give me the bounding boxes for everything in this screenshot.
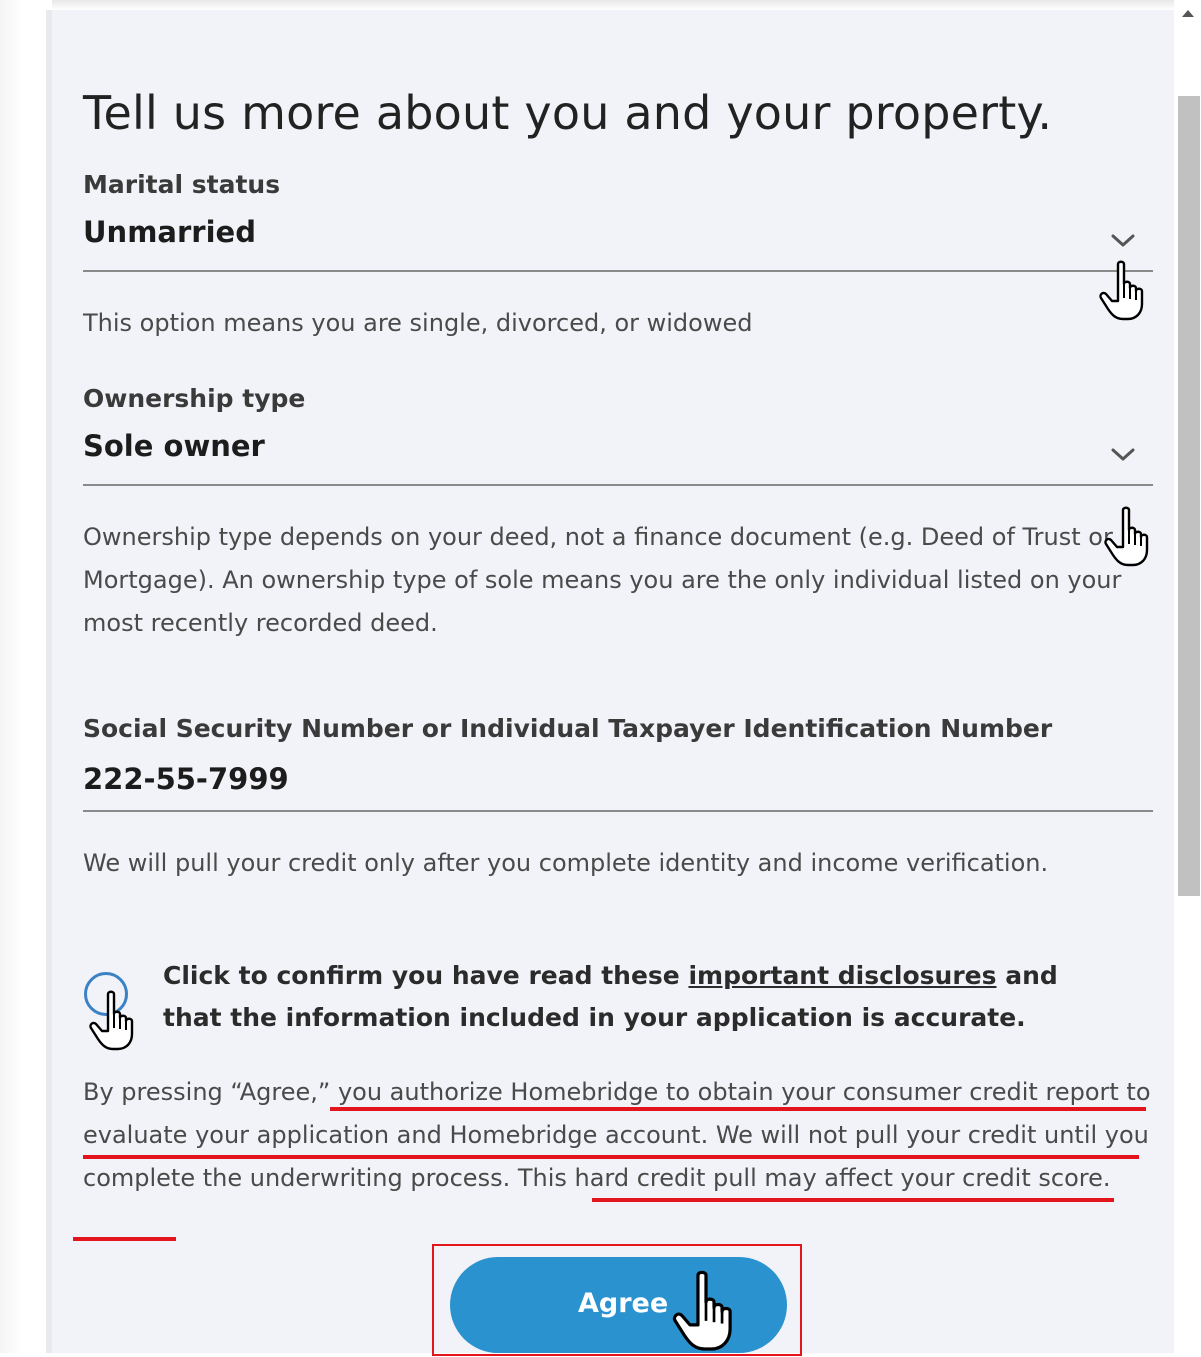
ssn-label: Social Security Number or Individual Tax…	[83, 714, 1053, 743]
ownership-type-label: Ownership type	[83, 384, 306, 413]
annotation-underline	[330, 1107, 1146, 1111]
ownership-type-underline	[83, 484, 1153, 486]
annotation-underline	[83, 1155, 1139, 1159]
window-top-shadow	[0, 0, 1201, 10]
marital-status-helper: This option means you are single, divorc…	[83, 309, 753, 337]
left-edge	[0, 0, 52, 1353]
annotation-underline	[592, 1198, 1114, 1202]
scroll-up-arrow-icon[interactable]	[1182, 10, 1194, 17]
confirm-text-before: Click to confirm you have read these	[163, 961, 689, 990]
ownership-type-helper: Ownership type depends on your deed, not…	[83, 523, 1122, 637]
agree-button-label: Agree	[578, 1288, 669, 1319]
important-disclosures-link[interactable]: important disclosures	[688, 961, 996, 990]
marital-status-select[interactable]: Unmarried	[83, 215, 256, 249]
ownership-type-select[interactable]: Sole owner	[83, 429, 265, 463]
ssn-helper: We will pull your credit only after you …	[83, 849, 1049, 877]
page-title: Tell us more about you and your property…	[83, 86, 1053, 140]
marital-status-underline	[83, 270, 1153, 272]
chevron-down-icon[interactable]	[1110, 446, 1136, 464]
hand-pointer-cursor-icon	[1103, 506, 1155, 568]
ssn-underline	[83, 810, 1153, 812]
hand-pointer-cursor-icon	[88, 990, 140, 1052]
confirm-text: Click to confirm you have read these imp…	[163, 955, 1123, 1039]
vertical-scrollbar[interactable]	[1174, 0, 1201, 1353]
credit-authorization-text: By pressing “Agree,” you authorize Homeb…	[83, 1078, 1151, 1192]
hand-pointer-cursor-icon	[1098, 260, 1150, 322]
marital-status-label: Marital status	[83, 170, 281, 199]
hand-pointer-cursor-icon	[670, 1270, 742, 1353]
annotation-underline	[73, 1237, 176, 1241]
chevron-down-icon[interactable]	[1110, 232, 1136, 250]
ssn-input[interactable]: 222-55-7999	[83, 762, 289, 796]
scrollbar-thumb[interactable]	[1178, 96, 1200, 896]
